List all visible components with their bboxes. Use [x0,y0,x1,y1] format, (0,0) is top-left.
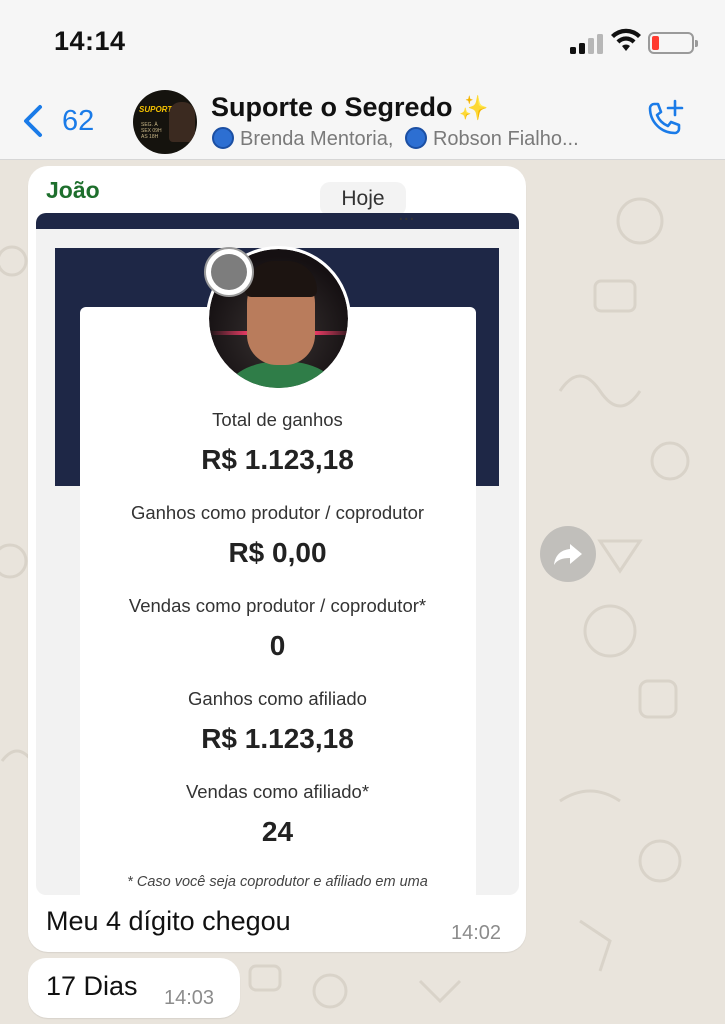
stat-value: R$ 1.123,18 [201,723,354,754]
message-text: 17 Dias [46,971,138,1001]
group-avatar[interactable]: SUPORTE SEG. À SEX 09H AS 18H [133,90,197,154]
shared-screenshot-image[interactable]: ... Total de ganhos R$ 1.123,18 Ganhos c… [36,213,519,895]
unread-count: 62 [62,105,95,137]
stat-label: Total de ganhos [212,409,343,430]
battery-icon [648,32,698,54]
chat-title-text: Suporte o Segredo [211,92,453,122]
forward-arrow-icon [554,544,582,565]
chat-header: 14:14 62 SUPORTE SEG. À SEX 09H AS 18H S… [0,0,725,160]
message-time: 14:02 [451,922,502,944]
participant-name: Robson Fialho... [432,128,579,150]
stat-value: 24 [261,816,294,847]
back-button[interactable]: 62 [20,102,110,142]
stat-value: R$ 0,00 [228,537,327,568]
participants-list[interactable]: Brenda Mentoria, Robson Fialho... [212,127,579,151]
status-time: 14:14 [54,26,126,56]
forward-button[interactable] [540,526,596,582]
ellipsis-icon: ... [398,213,415,225]
sender-name: João [46,177,100,203]
stat-label: Vendas como produtor / coprodutor* [128,595,427,616]
avatar-subtext: SEG. À SEX 09H AS 18H [141,122,162,140]
blue-circle-icon [212,127,234,149]
blue-circle-icon [404,127,427,149]
stat-label: Ganhos como produtor / coprodutor [130,502,425,523]
user-photo-icon [204,247,254,297]
cellular-signal-icon [570,32,606,54]
date-chip: Hoje [320,182,406,216]
message-caption: Meu 4 dígito chegou [46,906,291,936]
participant-name: Brenda Mentoria, [240,128,394,150]
message-time: 14:03 [164,987,215,1009]
stat-value: 0 [269,630,286,661]
chevron-left-icon [24,105,42,137]
stat-label: Ganhos como afiliado [188,688,367,709]
image-top-strip [36,213,519,229]
footnote: * Caso você seja coprodutor e afiliado e… [127,874,428,890]
stat-value: R$ 1.123,18 [201,444,354,475]
wifi-icon [611,28,641,51]
stat-label: Vendas como afiliado* [185,781,370,802]
add-call-button[interactable] [642,98,688,144]
chat-title[interactable]: Suporte o Segredo ✨ [211,92,488,123]
sparkle-emoji: ✨ [458,95,489,122]
